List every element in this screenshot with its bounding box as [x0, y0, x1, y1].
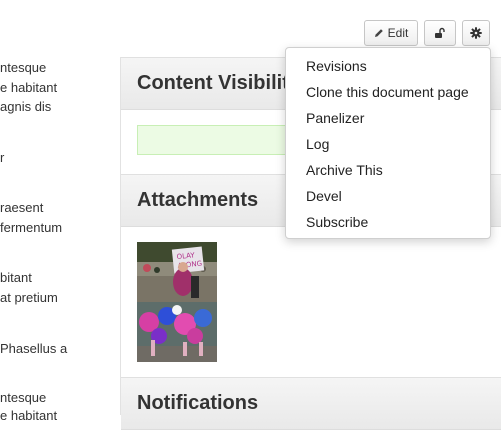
body-text-line: e habitant	[0, 408, 58, 423]
settings-button[interactable]	[462, 20, 490, 46]
notifications-header: Notifications	[121, 378, 501, 430]
menu-item-archive[interactable]: Archive This	[306, 162, 383, 178]
body-text-line: at pretium	[0, 290, 58, 305]
unlock-button[interactable]	[424, 20, 456, 46]
body-text-line: fermentum	[0, 220, 63, 235]
body-text-line: r	[0, 150, 5, 165]
menu-item-revisions[interactable]: Revisions	[306, 58, 367, 74]
notifications-title: Notifications	[137, 392, 259, 414]
body-text-line: Phasellus a	[0, 341, 68, 356]
attachment-thumbnail[interactable]: OLAY ALONG	[137, 242, 217, 302]
notifications-panel: Notifications	[121, 377, 501, 430]
edit-button-label: Edit	[387, 26, 409, 40]
unlock-icon	[435, 27, 445, 38]
body-text-line: ntesque	[0, 390, 47, 405]
body-text-line: e habitant	[0, 80, 58, 95]
menu-item-subscribe[interactable]: Subscribe	[306, 214, 368, 230]
body-text-line: ntesque	[0, 60, 47, 75]
edit-button[interactable]: Edit	[364, 20, 418, 46]
pencil-icon	[374, 29, 383, 37]
body-text-line: raesent	[0, 200, 44, 215]
gear-icon	[470, 27, 482, 39]
settings-dropdown-menu: Revisions Clone this document page Panel…	[285, 47, 491, 239]
body-text-line: agnis dis	[0, 99, 52, 114]
menu-item-devel[interactable]: Devel	[306, 188, 342, 204]
body-text-line: bitant	[0, 270, 32, 285]
menu-item-clone[interactable]: Clone this document page	[306, 84, 469, 100]
attachment-thumbnail[interactable]	[137, 302, 217, 362]
content-visibility-title: Content Visibility	[137, 72, 300, 94]
attachments-title: Attachments	[137, 189, 259, 211]
menu-item-panelizer[interactable]: Panelizer	[306, 110, 364, 126]
menu-item-log[interactable]: Log	[306, 136, 329, 152]
